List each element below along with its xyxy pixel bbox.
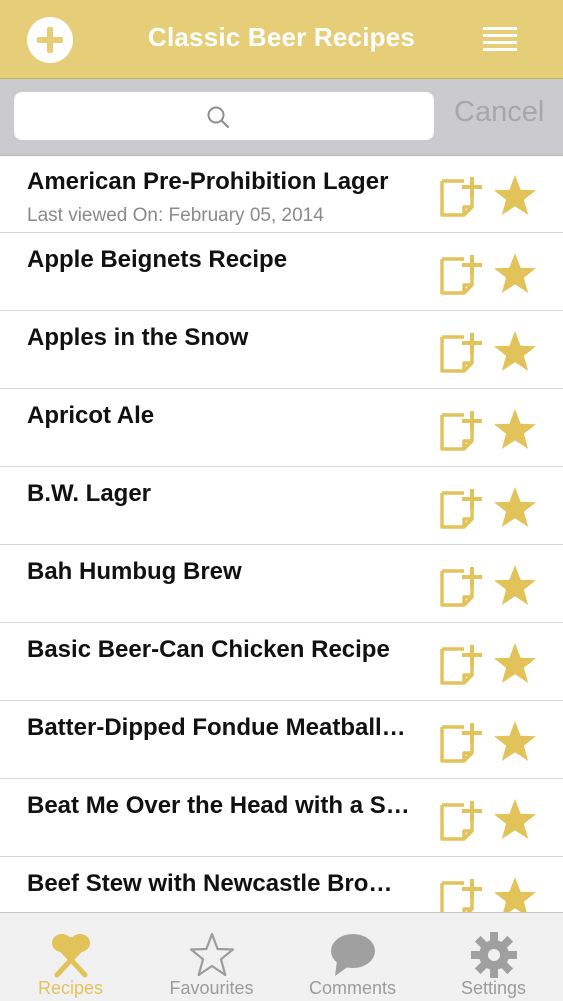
page-title: Classic Beer Recipes: [147, 22, 416, 52]
add-note-icon[interactable]: [438, 719, 486, 765]
add-note-icon[interactable]: [438, 797, 486, 843]
list-item[interactable]: Batter-Dipped Fondue Meatball…: [0, 701, 563, 779]
nav-bar: Classic Beer Recipes: [0, 0, 563, 79]
add-note-icon[interactable]: [438, 485, 486, 531]
star-icon[interactable]: [492, 329, 538, 375]
recipe-name: Bah Humbug Brew: [27, 558, 242, 585]
list-item[interactable]: Bah Humbug Brew: [0, 545, 563, 623]
tab-label: Favourites: [169, 978, 254, 998]
list-item[interactable]: Apples in the Snow: [0, 311, 563, 389]
recipe-name: B.W. Lager: [27, 480, 152, 507]
star-icon[interactable]: [492, 407, 538, 453]
list-item[interactable]: Apricot Ale: [0, 389, 563, 467]
tab-favourites[interactable]: Favourites: [141, 913, 282, 1001]
cancel-button[interactable]: Cancel: [454, 96, 544, 129]
list-item[interactable]: Beef Stew with Newcastle Bro…: [0, 857, 563, 912]
recipe-name: Apple Beignets Recipe: [27, 246, 288, 273]
tab-settings[interactable]: Settings: [423, 913, 563, 1001]
star-icon[interactable]: [492, 719, 538, 765]
tab-comments[interactable]: Comments: [282, 913, 423, 1001]
tab-label: Recipes: [37, 978, 104, 998]
star-icon[interactable]: [492, 485, 538, 531]
star-outline-icon: [189, 932, 235, 977]
menu-lines-icon: [483, 27, 517, 30]
tab-bar: Recipes Favourites Comments Settings: [0, 912, 563, 1001]
list-item[interactable]: B.W. Lager: [0, 467, 563, 545]
recipe-name: American Pre-Prohibition Lager: [27, 168, 389, 195]
menu-line: [483, 34, 517, 37]
add-note-icon[interactable]: [438, 875, 486, 912]
spoon-fork-icon: [52, 934, 90, 978]
recipe-list: American Pre-Prohibition Lager Last view…: [0, 155, 563, 912]
star-icon[interactable]: [492, 875, 538, 912]
search-field[interactable]: [14, 92, 434, 140]
search-bar: Cancel: [0, 79, 563, 156]
search-input[interactable]: [26, 100, 420, 134]
list-item[interactable]: American Pre-Prohibition Lager Last view…: [0, 155, 563, 233]
menu-button[interactable]: [483, 27, 517, 51]
menu-line: [483, 41, 517, 44]
recipe-name: Beat Me Over the Head with a S…: [27, 792, 410, 819]
list-item[interactable]: Basic Beer-Can Chicken Recipe: [0, 623, 563, 701]
add-note-icon[interactable]: [438, 251, 486, 297]
recipe-name: Apricot Ale: [27, 402, 155, 429]
tab-label: Comments: [308, 978, 397, 998]
star-icon[interactable]: [492, 563, 538, 609]
add-note-icon[interactable]: [438, 329, 486, 375]
add-note-icon[interactable]: [438, 407, 486, 453]
menu-line: [483, 48, 517, 51]
list-item[interactable]: Apple Beignets Recipe: [0, 233, 563, 311]
add-note-icon[interactable]: [438, 563, 486, 609]
tab-label: Settings: [460, 978, 527, 998]
recipe-name: Beef Stew with Newcastle Bro…: [27, 870, 393, 897]
recipe-name: Batter-Dipped Fondue Meatball…: [27, 714, 406, 741]
recipe-name: Basic Beer-Can Chicken Recipe: [27, 636, 390, 663]
list-item[interactable]: Beat Me Over the Head with a S…: [0, 779, 563, 857]
star-icon[interactable]: [492, 797, 538, 843]
speech-bubble-icon: [331, 934, 375, 976]
add-note-icon[interactable]: [438, 641, 486, 687]
tab-recipes[interactable]: Recipes: [0, 913, 141, 1001]
last-viewed-text: Last viewed On: February 05, 2014: [27, 205, 324, 226]
add-note-icon[interactable]: [438, 173, 486, 219]
gear-icon: [471, 932, 517, 978]
recipe-name: Apples in the Snow: [27, 324, 249, 351]
star-icon[interactable]: [492, 251, 538, 297]
star-icon[interactable]: [492, 641, 538, 687]
star-icon[interactable]: [492, 173, 538, 219]
